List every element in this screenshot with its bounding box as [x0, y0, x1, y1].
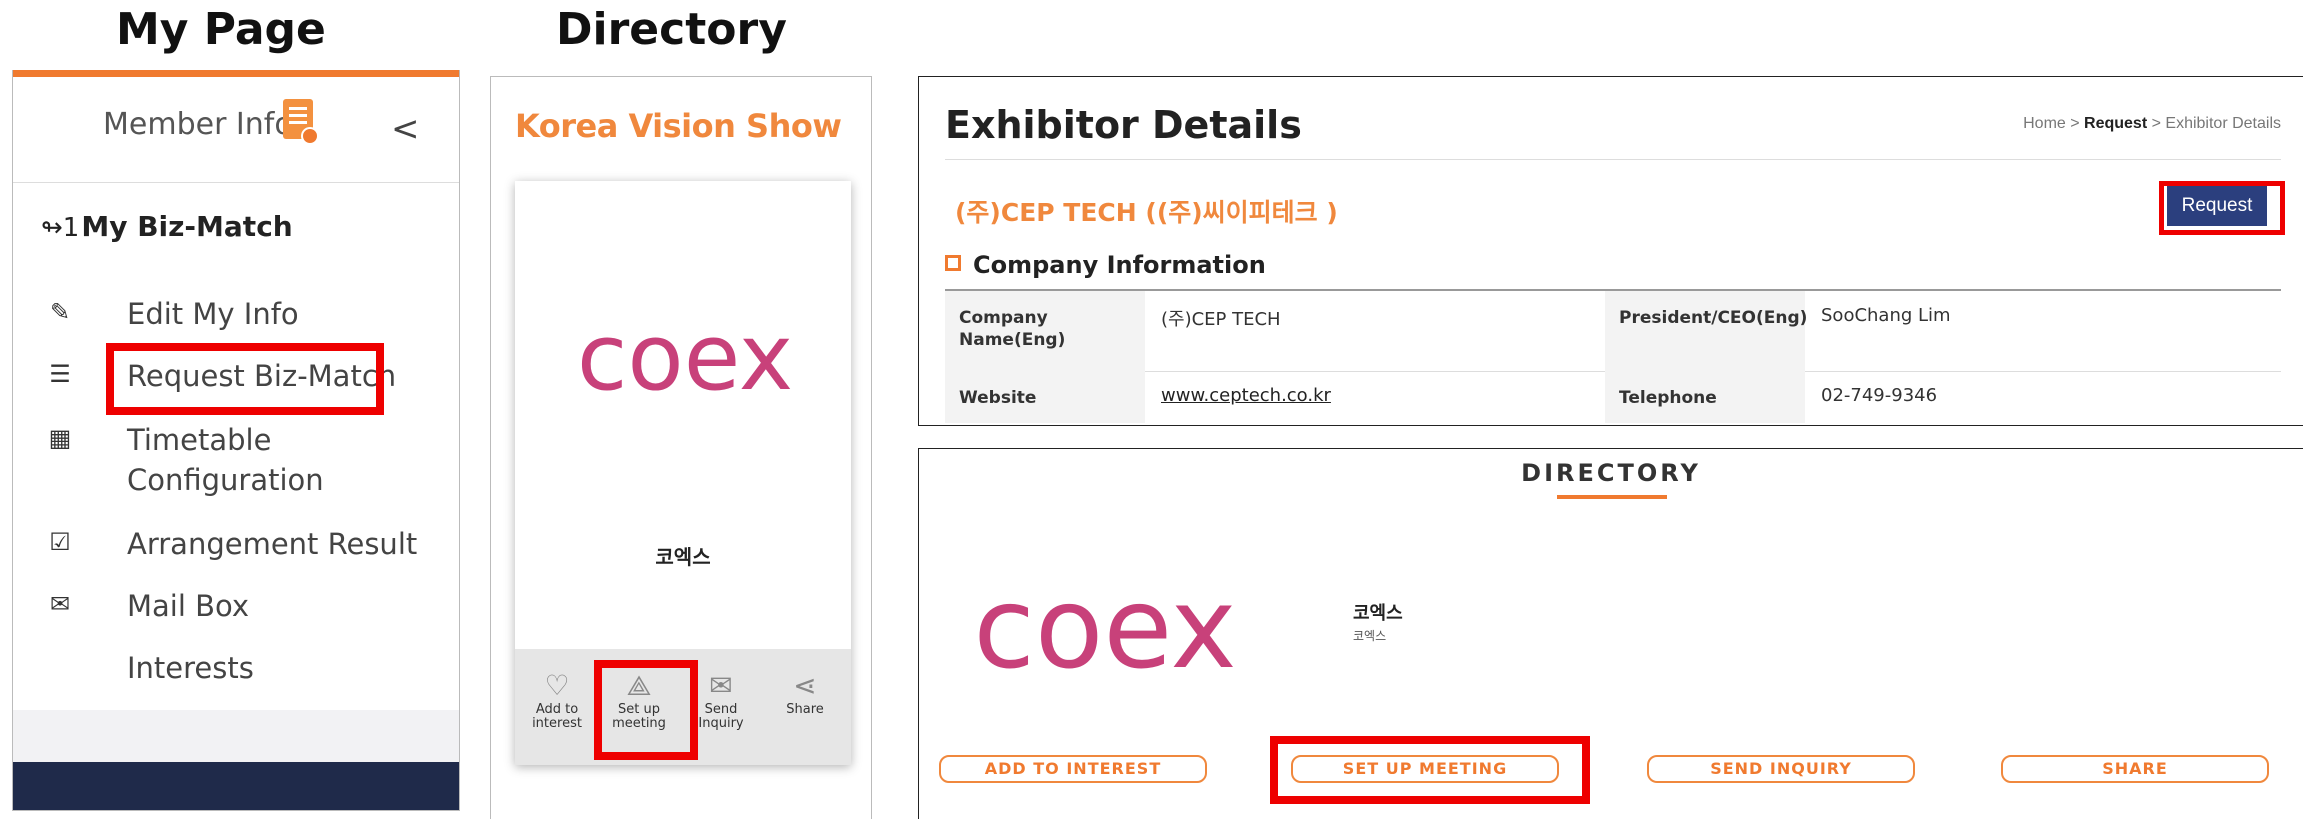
breadcrumb-request[interactable]: Request [2084, 115, 2147, 132]
breadcrumb-current: Exhibitor Details [2165, 115, 2281, 132]
breadcrumb-home[interactable]: Home [2023, 115, 2066, 132]
company-info-table: Company Name(Eng) (주)CEP TECH President/… [945, 289, 2281, 423]
table-row: Website www.ceptech.co.kr Telephone 02-7… [945, 371, 2281, 423]
my-page-heading: My Page [116, 4, 326, 55]
company-name-label: Company Name(Eng) [945, 291, 1145, 371]
menu-item-interests[interactable]: Interests [13, 648, 459, 688]
share-icon: ⋖ [793, 669, 817, 702]
menu-item-arrangement-result[interactable]: ☑ Arrangement Result [13, 524, 459, 564]
sidebar-footer [13, 710, 459, 762]
pencil-icon: ✎ [49, 298, 71, 326]
menu-item-mail-box[interactable]: ✉ Mail Box [13, 586, 459, 626]
list-icon: ☰ [49, 360, 71, 388]
heart-icon: ♡ [544, 669, 570, 702]
collapse-chevron-icon[interactable]: < [391, 109, 420, 149]
company-info-section-title: Company Information [945, 251, 1266, 279]
highlight-set-up-meeting [594, 660, 698, 760]
divider [945, 159, 2281, 160]
card-company-name: 코엑스 [655, 545, 711, 569]
company-heading: (주)CEP TECH ((주)씨이피테크 ) [955, 198, 1338, 227]
mail-icon: ✉ [49, 590, 71, 618]
add-to-interest-action[interactable]: ♡ Add to interest [517, 669, 597, 731]
show-title: Korea Vision Show [515, 107, 842, 145]
menu-item-edit-my-info[interactable]: ✎ Edit My Info [13, 294, 459, 334]
share-button[interactable]: SHARE [2001, 755, 2269, 783]
company-name-value: (주)CEP TECH [1161, 309, 1281, 330]
member-info-label: Member Info [103, 107, 293, 142]
title-underline [1557, 495, 1667, 499]
company-subname: 코엑스 [1353, 629, 1387, 643]
directory-desktop-panel: DIRECTORY coex 코엑스 코엑스 ADD TO INTEREST S… [918, 448, 2303, 819]
highlight-request-biz-match [106, 343, 384, 415]
table-row: Company Name(Eng) (주)CEP TECH President/… [945, 291, 2281, 372]
telephone-label: Telephone [1605, 371, 1805, 423]
directory-title: DIRECTORY [1521, 459, 1701, 487]
add-to-interest-button[interactable]: ADD TO INTEREST [939, 755, 1207, 783]
share-action[interactable]: ⋖ Share [765, 669, 845, 717]
send-inquiry-button[interactable]: SEND INQUIRY [1647, 755, 1915, 783]
coex-logo: coex [973, 571, 1236, 691]
website-label: Website [945, 371, 1145, 423]
my-page-panel: Member Info < ↬1My Biz-Match ✎ Edit My I… [12, 70, 460, 811]
website-link[interactable]: www.ceptech.co.kr [1161, 385, 1331, 406]
handshake-icon: ↬1 [41, 213, 80, 243]
svg-text:coex: coex [973, 571, 1236, 691]
square-bullet-icon [945, 255, 961, 271]
accent-bar [13, 70, 459, 77]
page-title: Exhibitor Details [945, 103, 1302, 147]
coex-logo: coex [577, 304, 793, 411]
company-name: 코엑스 [1353, 603, 1403, 624]
svg-text:coex: coex [577, 304, 793, 411]
exhibitor-details-panel: Exhibitor Details Home > Request > Exhib… [918, 76, 2303, 426]
biz-match-section-title: ↬1My Biz-Match [41, 210, 293, 243]
member-info-header[interactable]: Member Info < [13, 77, 459, 183]
highlight-set-up-meeting-desktop [1270, 736, 1590, 804]
calendar-icon: ▦ [48, 424, 72, 452]
document-icon [283, 99, 319, 145]
calendar-check-icon: ☑ [49, 528, 71, 556]
president-label: President/CEO(Eng) [1605, 291, 1807, 371]
highlight-request-button [2159, 181, 2285, 235]
directory-heading: Directory [556, 4, 787, 55]
president-value: SooChang Lim [1821, 305, 1951, 326]
menu-item-timetable-configuration[interactable]: ▦ Timetable Configuration [13, 420, 459, 504]
telephone-value: 02-749-9346 [1821, 385, 1938, 406]
dark-footer-bar [13, 762, 459, 810]
breadcrumb: Home > Request > Exhibitor Details [2023, 115, 2281, 132]
